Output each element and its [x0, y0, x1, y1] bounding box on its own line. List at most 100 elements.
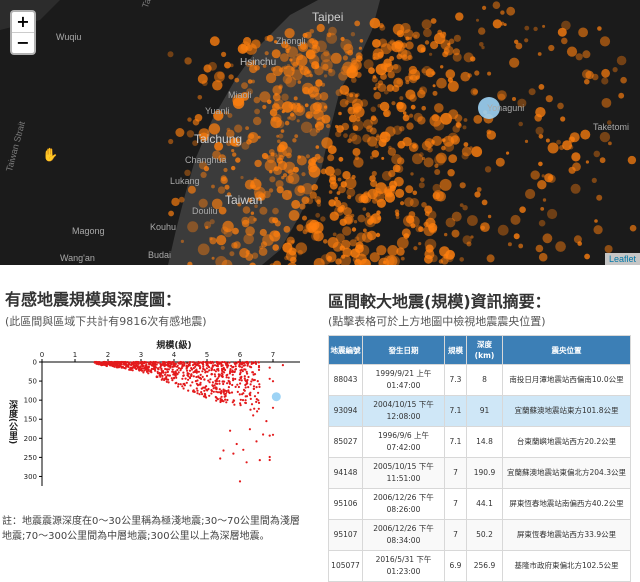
quake-marker[interactable] [254, 159, 262, 168]
quake-marker[interactable] [375, 232, 381, 238]
quake-marker[interactable] [250, 211, 255, 215]
quake-marker[interactable] [197, 243, 210, 256]
quake-marker[interactable] [373, 191, 385, 203]
quake-marker[interactable] [348, 106, 353, 111]
quake-marker[interactable] [320, 216, 326, 222]
quake-marker[interactable] [400, 256, 405, 261]
quake-marker[interactable] [434, 163, 439, 168]
quake-marker[interactable] [608, 141, 612, 146]
quake-marker[interactable] [371, 170, 377, 177]
quake-marker[interactable] [396, 53, 403, 60]
quake-marker[interactable] [315, 212, 321, 218]
quake-marker[interactable] [495, 157, 505, 167]
quake-marker[interactable] [481, 199, 488, 206]
quake-marker[interactable] [396, 247, 405, 256]
quake-marker[interactable] [376, 133, 380, 138]
quake-marker[interactable] [571, 152, 581, 162]
quake-marker[interactable] [383, 58, 392, 68]
quake-marker[interactable] [445, 217, 456, 228]
quake-marker[interactable] [441, 145, 446, 151]
quake-marker[interactable] [368, 67, 375, 74]
quake-marker[interactable] [301, 172, 306, 177]
quake-marker[interactable] [432, 90, 438, 96]
quake-marker[interactable] [329, 174, 337, 181]
quake-marker[interactable] [518, 243, 524, 249]
quake-marker[interactable] [314, 64, 320, 69]
quake-marker[interactable] [373, 91, 382, 100]
quake-marker[interactable] [323, 105, 328, 109]
quake-marker[interactable] [168, 138, 174, 145]
quake-marker[interactable] [470, 235, 474, 239]
quake-marker[interactable] [299, 65, 310, 76]
quake-marker[interactable] [315, 79, 323, 87]
quake-marker[interactable] [559, 145, 565, 151]
quake-marker[interactable] [332, 232, 337, 237]
quake-marker[interactable] [405, 185, 414, 194]
quake-marker[interactable] [326, 123, 331, 129]
quake-marker[interactable] [316, 202, 322, 207]
quake-marker[interactable] [524, 38, 529, 43]
quake-marker[interactable] [538, 252, 548, 262]
quake-marker[interactable] [254, 108, 260, 115]
quake-marker[interactable] [378, 38, 388, 48]
quake-marker[interactable] [434, 103, 444, 113]
quake-marker[interactable] [352, 148, 361, 156]
quake-marker[interactable] [272, 152, 278, 157]
quake-marker[interactable] [231, 165, 236, 171]
quake-marker[interactable] [325, 251, 337, 263]
quake-marker[interactable] [410, 172, 414, 176]
quake-marker[interactable] [413, 246, 418, 251]
quake-marker[interactable] [287, 239, 292, 244]
quake-marker[interactable] [534, 114, 542, 122]
quake-marker[interactable] [339, 98, 349, 108]
quake-marker[interactable] [556, 139, 561, 145]
quake-marker[interactable] [220, 245, 225, 250]
quake-marker[interactable] [343, 133, 348, 139]
quake-marker[interactable] [268, 188, 274, 193]
quake-marker[interactable] [245, 126, 250, 130]
quake-marker[interactable] [328, 190, 333, 194]
quake-marker[interactable] [286, 250, 292, 255]
quake-marker[interactable] [455, 12, 464, 21]
quake-marker[interactable] [545, 138, 550, 143]
quake-marker[interactable] [326, 32, 332, 38]
quake-marker[interactable] [259, 91, 271, 103]
quake-marker[interactable] [309, 128, 318, 137]
quake-marker[interactable] [486, 254, 495, 263]
quake-marker[interactable] [269, 176, 276, 183]
quake-marker[interactable] [427, 146, 433, 153]
quake-marker[interactable] [288, 210, 300, 221]
quake-marker[interactable] [352, 125, 359, 131]
quake-marker[interactable] [410, 223, 416, 229]
quake-marker[interactable] [492, 1, 501, 10]
quake-marker[interactable] [570, 183, 581, 194]
quake-marker[interactable] [316, 23, 325, 33]
quake-marker[interactable] [370, 155, 374, 160]
quake-marker[interactable] [430, 41, 439, 50]
quake-marker[interactable] [425, 68, 435, 78]
quake-marker[interactable] [514, 39, 519, 44]
quake-marker[interactable] [287, 116, 291, 120]
quake-marker[interactable] [359, 39, 364, 43]
quake-marker[interactable] [203, 64, 212, 73]
quake-marker[interactable] [371, 76, 378, 83]
quake-marker[interactable] [471, 146, 483, 158]
quake-marker[interactable] [381, 170, 392, 181]
quake-marker[interactable] [510, 214, 521, 225]
quake-marker[interactable] [452, 48, 460, 56]
quake-marker[interactable] [432, 84, 436, 88]
quake-marker[interactable] [395, 188, 405, 198]
quake-marker[interactable] [269, 170, 273, 174]
quake-marker[interactable] [283, 225, 291, 233]
quake-marker[interactable] [506, 151, 510, 155]
quake-marker[interactable] [339, 218, 347, 226]
quake-marker[interactable] [167, 51, 174, 58]
quake-marker[interactable] [220, 176, 228, 185]
quake-marker[interactable] [297, 80, 302, 84]
quake-marker[interactable] [533, 26, 538, 32]
quake-marker[interactable] [218, 206, 227, 215]
quake-marker[interactable] [575, 53, 583, 61]
quake-marker[interactable] [518, 121, 523, 127]
quake-marker[interactable] [281, 189, 293, 201]
quake-marker[interactable] [309, 54, 320, 66]
